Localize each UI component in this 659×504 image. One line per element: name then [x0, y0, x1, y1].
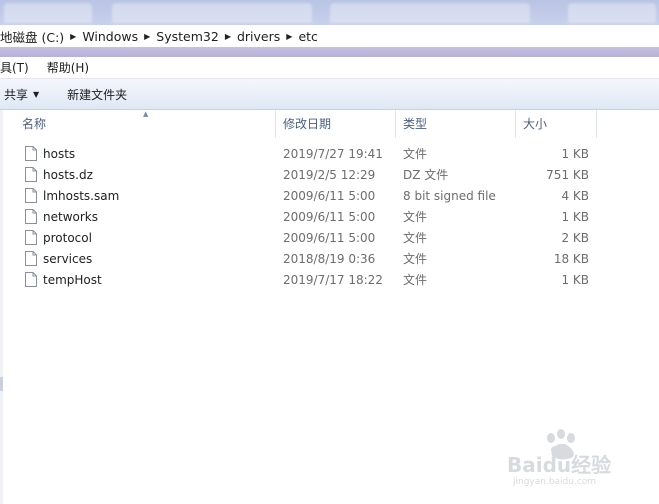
watermark-url: jingyan.baidu.com — [512, 477, 596, 486]
file-date: 2018/8/19 0:36 — [283, 252, 376, 266]
file-icon — [25, 251, 37, 266]
file-date: 2019/2/5 12:29 — [283, 168, 376, 182]
file-size: 1 KB — [561, 273, 589, 287]
blurred-tab[interactable] — [568, 3, 656, 23]
baidu-jingyan-watermark: Baidu经验 jingyan.baidu.com — [507, 429, 611, 486]
file-icon — [25, 209, 37, 224]
column-header-size[interactable]: 大小 — [517, 110, 597, 138]
file-name: hosts.dz — [43, 168, 93, 182]
file-size: 1 KB — [561, 210, 589, 224]
pane-splitter-grip[interactable] — [0, 377, 3, 391]
file-row[interactable]: hosts.dz 2019/2/5 12:29 DZ 文件 751 KB — [0, 165, 659, 186]
blurred-tab[interactable] — [330, 3, 530, 23]
file-size: 4 KB — [561, 189, 589, 203]
file-date: 2009/6/11 5:00 — [283, 189, 376, 203]
file-type: 文件 — [403, 210, 428, 224]
address-bar-border — [0, 47, 659, 57]
file-name: tempHost — [43, 273, 102, 287]
file-icon — [25, 188, 37, 203]
file-type: 文件 — [403, 252, 428, 266]
address-bar[interactable]: 地磁盘 (C:) ▶ Windows ▶ System32 ▶ drivers … — [0, 25, 659, 48]
blurred-tab[interactable] — [112, 3, 312, 23]
file-row[interactable]: lmhosts.sam 2009/6/11 5:00 8 bit signed … — [0, 186, 659, 207]
file-size: 18 KB — [553, 252, 589, 266]
file-icon — [25, 167, 37, 182]
breadcrumb-etc[interactable]: etc — [295, 29, 320, 44]
menu-tools[interactable]: 具(T) — [0, 59, 37, 76]
file-type: DZ 文件 — [403, 168, 449, 182]
file-date: 2009/6/11 5:00 — [283, 231, 376, 245]
file-icon — [25, 146, 37, 161]
breadcrumb-drive[interactable]: 地磁盘 (C:) — [0, 27, 67, 46]
menu-help[interactable]: 帮助(H) — [47, 59, 97, 76]
file-type: 文件 — [403, 273, 428, 287]
file-row[interactable]: services 2018/8/19 0:36 文件 18 KB — [0, 249, 659, 270]
new-folder-label: 新建文件夹 — [67, 87, 128, 102]
file-type: 文件 — [403, 231, 428, 245]
file-name: protocol — [43, 231, 92, 245]
breadcrumb-windows[interactable]: Windows — [79, 29, 141, 44]
file-name: hosts — [43, 147, 76, 161]
share-label: 共享 — [4, 87, 29, 102]
blurred-tab[interactable] — [4, 3, 92, 23]
file-date: 2019/7/17 18:22 — [283, 273, 383, 287]
share-button[interactable]: 共享 ▼ — [4, 86, 39, 103]
file-size: 2 KB — [561, 231, 589, 245]
breadcrumb-system32[interactable]: System32 — [153, 29, 222, 44]
breadcrumb-drivers[interactable]: drivers — [234, 29, 283, 44]
file-date: 2019/7/27 19:41 — [283, 147, 383, 161]
column-header-row: ▲ 名称 修改日期 类型 大小 — [0, 110, 659, 138]
file-name: lmhosts.sam — [43, 189, 120, 203]
chevron-right-icon[interactable]: ▶ — [283, 32, 295, 41]
file-size: 1 KB — [561, 147, 589, 161]
file-name: services — [43, 252, 93, 266]
chevron-right-icon[interactable]: ▶ — [222, 32, 234, 41]
file-name: networks — [43, 210, 98, 224]
new-folder-button[interactable]: 新建文件夹 — [67, 86, 127, 103]
column-header-type[interactable]: 类型 — [397, 110, 516, 138]
command-toolbar: 共享 ▼ 新建文件夹 — [0, 79, 659, 110]
chevron-right-icon[interactable]: ▶ — [141, 32, 153, 41]
file-row[interactable]: networks 2009/6/11 5:00 文件 1 KB — [0, 207, 659, 228]
file-row[interactable]: hosts 2019/7/27 19:41 文件 1 KB — [0, 144, 659, 165]
watermark-brand: Baidu经验 — [507, 453, 611, 477]
column-header-date[interactable]: 修改日期 — [277, 110, 396, 138]
file-row[interactable]: protocol 2009/6/11 5:00 文件 2 KB — [0, 228, 659, 249]
file-list: hosts 2019/7/27 19:41 文件 1 KB hosts.dz 2… — [0, 144, 659, 291]
file-icon — [25, 272, 37, 287]
menu-bar: 具(T) 帮助(H) — [0, 57, 659, 79]
column-header-name[interactable]: 名称 — [16, 110, 276, 138]
browser-tab-strip — [0, 0, 659, 25]
chevron-right-icon[interactable]: ▶ — [67, 32, 79, 41]
file-row[interactable]: tempHost 2019/7/17 18:22 文件 1 KB — [0, 270, 659, 291]
file-type: 文件 — [403, 147, 428, 161]
file-date: 2009/6/11 5:00 — [283, 210, 376, 224]
file-icon — [25, 230, 37, 245]
caret-down-icon: ▼ — [33, 89, 40, 99]
file-type: 8 bit signed file — [403, 189, 496, 203]
file-size: 751 KB — [546, 168, 589, 182]
